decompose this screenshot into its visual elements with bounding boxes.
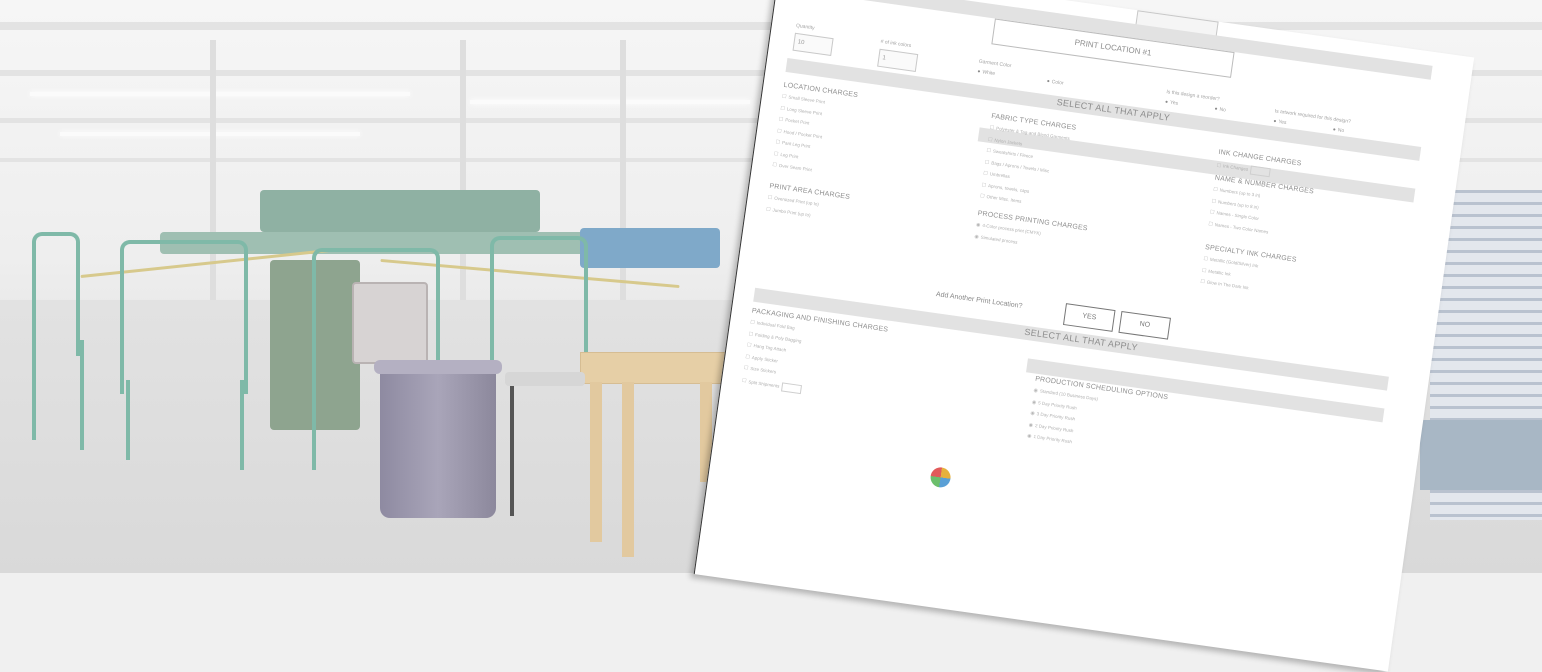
building-column [460, 40, 466, 300]
reorder-yes[interactable]: Yes [1165, 99, 1179, 107]
press-pallet-frame [490, 236, 588, 380]
press-leg [80, 340, 84, 450]
artwork-no[interactable]: No [1332, 127, 1344, 134]
ink-colors-label: # of ink colors [880, 38, 912, 50]
press-leg [126, 380, 130, 460]
wooden-table [580, 352, 732, 384]
fabric-type-charges-list: Polyester & Tag-and Blend GarmentsNylon … [979, 125, 1070, 216]
name-number-charges-list: Numbers (up to 3 in)Numbers (up to 8 in)… [1207, 187, 1273, 241]
metal-table [505, 372, 585, 386]
print-area-charges-list: Oversized Print (up to)Jumbo Print (up t… [765, 195, 819, 225]
packaging-charges-list: Individual Fold BagFolding & Poly Baggin… [741, 319, 810, 396]
ceiling-light [470, 100, 750, 104]
quantity-label: Quantity [795, 22, 815, 32]
order-form-sheet: PRINT LOCATION #1 Quantity 10 # of ink c… [693, 0, 1475, 672]
table-leg [590, 382, 602, 542]
press-leg [312, 400, 316, 470]
add-location-no-button[interactable]: NO [1118, 310, 1171, 340]
submit-logo-icon[interactable] [929, 466, 952, 489]
press-pallet-frame [120, 240, 248, 394]
press-head [260, 190, 540, 232]
specialty-ink-charges-list: Metallic (Gold/Silver) InkMetallic InkGl… [1199, 256, 1258, 298]
blue-dryer [580, 228, 720, 268]
press-leg [32, 340, 36, 440]
quantity-mini-input[interactable] [1249, 165, 1271, 178]
table-leg [510, 386, 514, 516]
paint-barrel [374, 360, 502, 518]
garment-color-label: Garment Color [978, 58, 1012, 70]
artwork-yes[interactable]: Yes [1273, 118, 1287, 126]
quantity-mini-input[interactable] [780, 381, 802, 394]
garment-color-white[interactable]: White [977, 69, 995, 77]
ink-colors-input[interactable]: 1 [877, 48, 919, 72]
reorder-no[interactable]: No [1214, 106, 1226, 114]
add-location-label: Add Another Print Location? [935, 290, 1023, 311]
press-leg [240, 380, 244, 470]
location-charges-list: Small Sleeve PrintLong Sleeve PrintPocke… [771, 94, 827, 180]
process-printing-charges-list: 4-Color process print (CMYK)Simulated pr… [973, 222, 1041, 254]
production-options-list: Standard (10 Business Days)5 Day Priorit… [1026, 388, 1098, 454]
ceiling-light [30, 92, 410, 96]
rack-base [1420, 420, 1542, 490]
press-pallet-frame [32, 232, 80, 356]
add-location-yes-button[interactable]: YES [1062, 303, 1116, 332]
garment-color-color[interactable]: Color [1046, 78, 1064, 87]
table-leg [622, 382, 634, 557]
quantity-input[interactable]: 10 [792, 32, 834, 57]
